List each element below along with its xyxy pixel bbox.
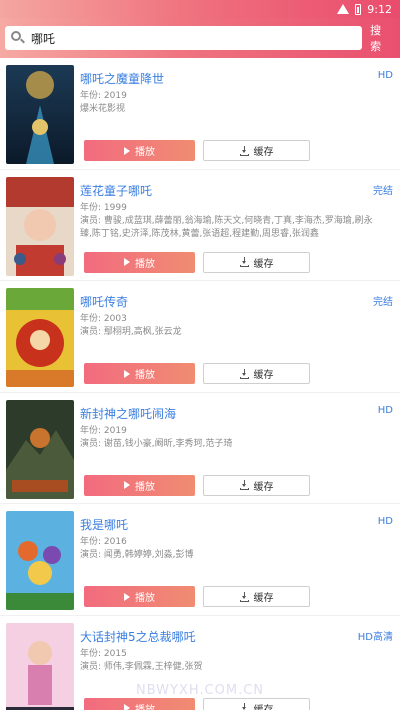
play-icon <box>124 592 130 601</box>
play-button[interactable]: 播放 <box>84 140 195 161</box>
item-info: 演员: 鄢栩玥,高枫,张云龙 <box>80 327 182 337</box>
item-title[interactable]: 哪吒传奇 <box>80 293 128 310</box>
item-year: 年份: 2019 <box>80 91 127 101</box>
status-badge: 完结 <box>373 297 393 308</box>
download-button[interactable]: 缓存 <box>203 697 310 710</box>
item-year: 年份: 2015 <box>80 648 127 659</box>
item-title[interactable]: 哪吒之魔童降世 <box>80 70 164 87</box>
item-year: 年份: 2016 <box>80 537 127 547</box>
download-button[interactable]: 缓存 <box>203 140 310 161</box>
status-badge: 完结 <box>373 185 393 197</box>
item-year: 年份: 2019 <box>80 425 127 436</box>
watermark: NBWYXH.COM.CN <box>135 683 265 698</box>
play-button[interactable]: 播放 <box>84 363 195 384</box>
search-button[interactable]: 搜索 <box>370 22 392 54</box>
play-button[interactable]: 播放 <box>84 474 195 496</box>
download-button[interactable]: 缓存 <box>203 586 310 607</box>
play-button[interactable]: 播放 <box>84 697 195 710</box>
download-icon <box>239 257 249 267</box>
item-year: 年份: 1999 <box>80 202 127 213</box>
download-button[interactable]: 缓存 <box>203 251 310 273</box>
download-icon <box>239 591 249 602</box>
item-info: 演员: 师伟,李佩霖,王梓健,张贺 <box>80 661 203 672</box>
play-icon <box>124 258 130 266</box>
wifi-icon <box>337 4 350 14</box>
poster-image[interactable] <box>6 511 74 610</box>
item-title[interactable]: 大话封神5之总裁哪吒 <box>80 628 196 645</box>
list-item[interactable]: 哪吒之魔童降世 HD 年份: 2019 爆米花影视 播放 缓存 <box>0 58 400 170</box>
item-info: 演员: 曹骏,成蓝琪,薛蕾丽,翁海瑜,陈天文,何晓青,丁真,李海杰,罗海瑜,刷永… <box>80 215 373 239</box>
quality-badge: HD <box>377 404 393 416</box>
item-info: 演员: 闻勇,韩婷婷,刘淼,彭博 <box>80 550 194 560</box>
item-title[interactable]: 我是哪吒 <box>80 516 128 533</box>
download-button[interactable]: 缓存 <box>203 363 310 384</box>
status-time: 9:12 <box>367 2 392 16</box>
search-header: 搜索 <box>0 18 400 58</box>
poster-image[interactable] <box>6 65 74 164</box>
download-icon <box>240 703 249 710</box>
play-icon <box>124 146 130 155</box>
result-list: 哪吒之魔童降世 HD 年份: 2019 爆米花影视 播放 缓存 莲花童子哪吒 完… <box>0 58 400 710</box>
poster-image[interactable] <box>6 399 74 499</box>
item-info: 爆米花影视 <box>80 104 126 114</box>
item-title[interactable]: 新封神之哪吒闹海 <box>80 405 176 422</box>
search-box[interactable] <box>5 26 363 50</box>
search-icon <box>11 31 25 45</box>
status-bar: 9:12 <box>0 0 400 18</box>
play-icon <box>124 704 130 710</box>
item-title[interactable]: 莲花童子哪吒 <box>80 182 152 199</box>
quality-badge: HD高清 <box>357 631 393 643</box>
download-icon <box>239 145 249 156</box>
quality-badge: HD <box>377 70 393 81</box>
list-item[interactable]: 新封神之哪吒闹海 HD 年份: 2019 演员: 谢苗,钱小豪,阚昕,李秀珂,范… <box>0 393 400 504</box>
list-item[interactable]: 莲花童子哪吒 完结 年份: 1999 演员: 曹骏,成蓝琪,薛蕾丽,翁海瑜,陈天… <box>0 170 400 281</box>
quality-badge: HD <box>377 516 393 527</box>
list-item[interactable]: 我是哪吒 HD 年份: 2016 演员: 闻勇,韩婷婷,刘淼,彭博 播放 缓存 <box>0 504 400 616</box>
play-icon <box>124 369 130 378</box>
download-button[interactable]: 缓存 <box>203 474 310 496</box>
list-item[interactable]: 哪吒传奇 完结 年份: 2003 演员: 鄢栩玥,高枫,张云龙 播放 缓存 <box>0 281 400 393</box>
item-info: 演员: 谢苗,钱小豪,阚昕,李秀珂,范子琦 <box>80 438 233 449</box>
poster-image[interactable] <box>6 288 74 387</box>
search-input[interactable] <box>31 31 351 45</box>
play-icon <box>124 481 130 489</box>
battery-icon <box>355 3 362 15</box>
item-year: 年份: 2003 <box>80 314 127 324</box>
download-icon <box>239 368 249 379</box>
download-icon <box>239 480 249 490</box>
poster-image[interactable] <box>6 176 74 276</box>
play-button[interactable]: 播放 <box>84 251 195 273</box>
play-button[interactable]: 播放 <box>84 586 195 607</box>
